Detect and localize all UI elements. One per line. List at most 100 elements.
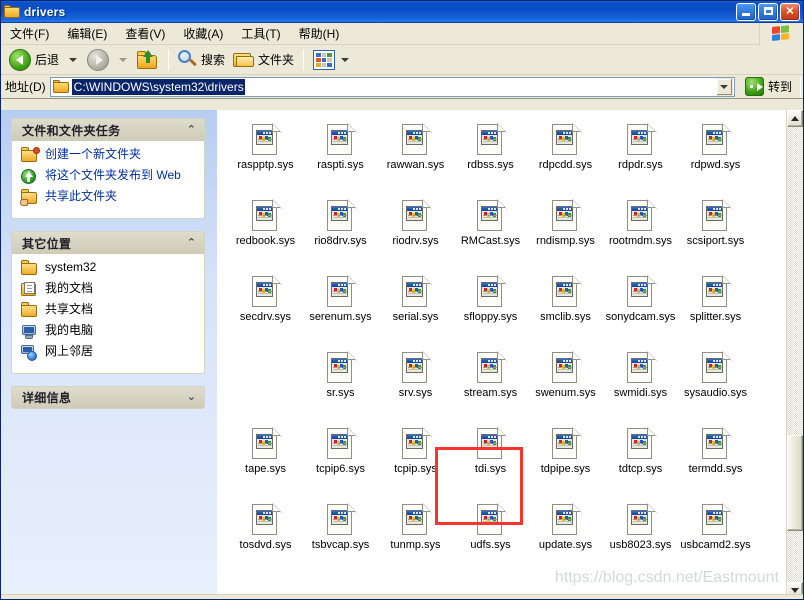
menu-tools[interactable]: 工具(T) — [232, 22, 289, 45]
panel-header-other-places[interactable]: 其它位置 ⌃ — [11, 231, 205, 254]
file-item[interactable]: sysaudio.sys — [678, 350, 753, 426]
place-shared-documents[interactable]: 共享文档 — [20, 302, 196, 319]
maximize-button[interactable] — [758, 2, 778, 21]
file-item[interactable]: rawwan.sys — [378, 122, 453, 198]
scrollbar-thumb[interactable] — [787, 435, 803, 531]
file-name-label: raspptp.sys — [237, 159, 294, 171]
file-name-label: rootmdm.sys — [609, 235, 672, 247]
task-create-new-folder[interactable]: 创建一个新文件夹 — [20, 147, 196, 164]
file-item[interactable]: tsbvcap.sys — [303, 502, 378, 578]
task-label: 创建一个新文件夹 — [45, 147, 142, 161]
menu-edit[interactable]: 编辑(E) — [58, 22, 116, 45]
file-item[interactable]: redbook.sys — [228, 198, 303, 274]
file-name-label: smclib.sys — [540, 311, 591, 323]
file-item[interactable]: smclib.sys — [528, 274, 603, 350]
file-grid: raspptp.sys raspti.sys rawwan.sys rdbss.sys… — [218, 110, 786, 599]
back-button[interactable]: 后退 — [5, 47, 63, 73]
menu-view[interactable]: 查看(V) — [116, 22, 174, 45]
panel-details: 详细信息 ⌄ — [11, 386, 205, 409]
file-name-label: riodrv.sys — [392, 235, 439, 247]
file-item[interactable]: secdrv.sys — [228, 274, 303, 350]
views-chevron-down-icon[interactable] — [341, 57, 350, 62]
system-file-icon — [326, 199, 357, 232]
menu-file[interactable]: 文件(F) — [1, 22, 58, 45]
panel-header-details[interactable]: 详细信息 ⌄ — [11, 386, 205, 409]
place-my-computer[interactable]: 我的电脑 — [20, 323, 196, 340]
file-item[interactable]: splitter.sys — [678, 274, 753, 350]
views-button[interactable] — [309, 47, 359, 73]
address-input[interactable]: C:\WINDOWS\system32\drivers — [49, 76, 735, 97]
menu-help[interactable]: 帮助(H) — [290, 22, 349, 45]
file-list-pane[interactable]: raspptp.sys raspti.sys rawwan.sys rdbss.sys… — [217, 110, 803, 599]
system-file-icon — [551, 199, 582, 232]
file-item[interactable]: serial.sys — [378, 274, 453, 350]
file-item[interactable]: RMCast.sys — [453, 198, 528, 274]
system-file-icon — [626, 275, 657, 308]
file-item[interactable]: rdpdr.sys — [603, 122, 678, 198]
chevron-down-icon[interactable]: ⌄ — [187, 392, 196, 403]
task-publish-to-web[interactable]: 将这个文件夹发布到 Web — [20, 168, 196, 185]
file-item[interactable]: rdpwd.sys — [678, 122, 753, 198]
file-item[interactable]: rndismp.sys — [528, 198, 603, 274]
file-item[interactable]: update.sys — [528, 502, 603, 578]
chevron-up-icon[interactable]: ⌃ — [187, 124, 196, 136]
file-item[interactable]: raspptp.sys — [228, 122, 303, 198]
place-my-documents[interactable]: 我的文档 — [20, 281, 196, 298]
file-item[interactable]: tcpip6.sys — [303, 426, 378, 502]
file-item[interactable]: riodrv.sys — [378, 198, 453, 274]
file-item[interactable]: termdd.sys — [678, 426, 753, 502]
file-item[interactable]: tdpipe.sys — [528, 426, 603, 502]
file-item[interactable]: sfloppy.sys — [453, 274, 528, 350]
search-label: 搜索 — [201, 53, 226, 67]
file-item[interactable]: swmidi.sys — [603, 350, 678, 426]
title-bar[interactable]: drivers ✕ — [1, 1, 803, 23]
file-name-label: usbcamd2.sys — [680, 539, 751, 551]
vertical-scrollbar[interactable] — [786, 110, 803, 599]
up-button[interactable] — [133, 47, 163, 73]
chevron-up-icon[interactable]: ⌃ — [187, 237, 196, 249]
folders-button[interactable]: 文件夹 — [229, 47, 298, 73]
back-history-chevron-down-icon[interactable] — [69, 57, 78, 62]
explorer-body: 文件和文件夹任务 ⌃ 创建一个新文件夹 将这个文件夹发布到 Web 共享此文件夹 — [1, 110, 803, 599]
system-file-icon — [326, 503, 357, 536]
file-item[interactable]: tdi.sys — [453, 426, 528, 502]
minimize-button[interactable] — [736, 2, 756, 21]
system-file-icon — [626, 503, 657, 536]
file-item[interactable]: usb8023.sys — [603, 502, 678, 578]
file-item[interactable]: tape.sys — [228, 426, 303, 502]
place-system32[interactable]: system32 — [20, 260, 196, 277]
file-item[interactable]: rdpcdd.sys — [528, 122, 603, 198]
file-item[interactable]: swenum.sys — [528, 350, 603, 426]
panel-header-file-folder-tasks[interactable]: 文件和文件夹任务 ⌃ — [11, 118, 205, 141]
file-item[interactable]: udfs.sys — [453, 502, 528, 578]
file-name-label: rio8drv.sys — [314, 235, 367, 247]
file-item[interactable]: usbcamd2.sys — [678, 502, 753, 578]
file-name-label: RMCast.sys — [460, 235, 521, 247]
system-file-icon — [701, 351, 732, 384]
file-item[interactable]: rdbss.sys — [453, 122, 528, 198]
file-item[interactable]: raspti.sys — [303, 122, 378, 198]
file-item[interactable]: scsiport.sys — [678, 198, 753, 274]
scroll-up-button[interactable] — [787, 110, 803, 127]
file-item[interactable]: tcpip.sys — [378, 426, 453, 502]
file-item[interactable]: sonydcam.sys — [603, 274, 678, 350]
search-button[interactable]: 搜索 — [174, 47, 229, 73]
file-item[interactable]: tunmp.sys — [378, 502, 453, 578]
forward-history-chevron-down-icon[interactable] — [119, 57, 128, 62]
file-item[interactable]: serenum.sys — [303, 274, 378, 350]
menu-favorites[interactable]: 收藏(A) — [174, 22, 232, 45]
file-item[interactable]: srv.sys — [378, 350, 453, 426]
go-button[interactable]: 转到 — [739, 76, 796, 97]
file-item[interactable]: sr.sys — [303, 350, 378, 426]
file-item[interactable]: stream.sys — [453, 350, 528, 426]
forward-button[interactable] — [83, 47, 113, 73]
address-chevron-down-icon[interactable] — [715, 77, 733, 96]
file-item[interactable]: rio8drv.sys — [303, 198, 378, 274]
close-button[interactable]: ✕ — [780, 2, 800, 21]
task-share-this-folder[interactable]: 共享此文件夹 — [20, 189, 196, 206]
place-network-places[interactable]: 网上邻居 — [20, 344, 196, 361]
file-item[interactable]: tdtcp.sys — [603, 426, 678, 502]
system-file-icon — [251, 427, 282, 460]
file-item[interactable]: rootmdm.sys — [603, 198, 678, 274]
file-item[interactable]: tosdvd.sys — [228, 502, 303, 578]
